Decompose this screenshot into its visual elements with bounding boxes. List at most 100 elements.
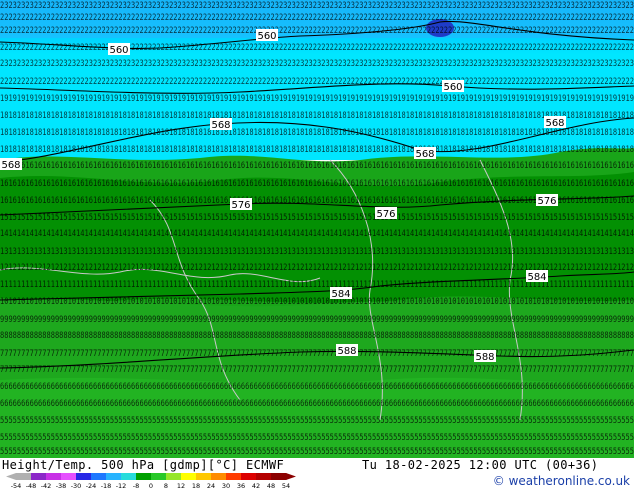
scale-swatch <box>121 473 137 480</box>
scale-swatch <box>211 473 227 480</box>
scale-tick-label: 0 <box>149 482 153 489</box>
svg-text:560: 560 <box>443 82 462 93</box>
scale-swatch <box>46 473 62 480</box>
scale-tick-label: -54 <box>11 482 22 489</box>
svg-text:576: 576 <box>231 200 250 211</box>
map-canvas: 2323232323232323232323232323232323232323… <box>0 0 634 458</box>
grid-value-row: 6666666666666666666666666666666666666666… <box>0 399 634 409</box>
scale-swatch <box>226 473 242 480</box>
scale-tick-label: 48 <box>267 482 275 489</box>
grid-value-row: 5555555555555555555555555555555555555555… <box>0 433 634 443</box>
scale-tick-label: -30 <box>71 482 82 489</box>
grid-value-row: 2222222222222222222222222222222222222222… <box>0 13 634 23</box>
svg-text:568: 568 <box>415 149 434 160</box>
contour-label: 568 <box>210 118 232 131</box>
grid-value-row: 1616161616161616161616161616161616161616… <box>0 161 634 171</box>
svg-text:568: 568 <box>1 160 20 171</box>
grid-value-row: 2222222222222222222222222222222222222222… <box>0 26 634 36</box>
scale-swatch <box>106 473 122 480</box>
scale-tick-label: -42 <box>41 482 52 489</box>
grid-value-row: 7777777777777777777777777777777777777777… <box>0 349 634 359</box>
contour-label: 560 <box>442 80 464 93</box>
scale-swatch <box>16 473 32 480</box>
scale-tick-label: -24 <box>86 482 97 489</box>
svg-text:568: 568 <box>545 118 564 129</box>
scale-tick-label: 18 <box>192 482 200 489</box>
svg-text:560: 560 <box>257 31 276 42</box>
chart-title: Height/Temp. 500 hPa [gdmp][°C] ECMWF <box>2 458 285 472</box>
contour-label: 560 <box>256 29 278 42</box>
grid-value-row: 1313131313131313131313131313131313131313… <box>0 247 634 257</box>
svg-text:568: 568 <box>211 120 230 131</box>
svg-text:584: 584 <box>527 272 546 283</box>
contour-label: 576 <box>536 194 558 207</box>
scale-swatch <box>166 473 182 480</box>
grid-value-row: 6666666666666666666666666666666666666666… <box>0 382 634 392</box>
scale-swatch <box>271 473 287 480</box>
scale-swatch <box>136 473 152 480</box>
svg-text:576: 576 <box>376 209 395 220</box>
scale-swatch <box>181 473 197 480</box>
weather-map: 2323232323232323232323232323232323232323… <box>0 0 634 458</box>
grid-value-row: 1818181818181818181818181818181818181818… <box>0 111 634 121</box>
scale-arrow-right <box>286 473 296 480</box>
grid-value-row: 1818181818181818181818181818181818181818… <box>0 145 634 155</box>
scale-tick-label: 30 <box>222 482 230 489</box>
contour-label: 568 <box>414 147 436 160</box>
scale-tick-label: -12 <box>116 482 127 489</box>
contour-label: 568 <box>0 158 22 171</box>
contour-label: 568 <box>544 116 566 129</box>
grid-value-row: 7777777777777777777777777777777777777777… <box>0 365 634 375</box>
scale-tick-label: -18 <box>101 482 112 489</box>
grid-value-row: 8888888888888888888888888888888888888888… <box>0 331 634 341</box>
grid-value-row: 9999999999999999999999999999999999999999… <box>0 315 634 325</box>
grid-value-row: 1010101010101010101010101010101010101010… <box>0 297 634 307</box>
scale-swatch <box>196 473 212 480</box>
scale-tick-label: -8 <box>133 482 139 489</box>
contour-label: 584 <box>526 270 548 283</box>
scale-swatch <box>31 473 47 480</box>
scale-tick-label: 54 <box>282 482 290 489</box>
scale-swatch <box>76 473 92 480</box>
svg-text:584: 584 <box>331 289 350 300</box>
copyright-link[interactable]: © weatheronline.co.uk <box>493 474 630 488</box>
scale-swatch <box>91 473 107 480</box>
color-scale-bar: -54 -48 -42 -38 -30 -24 -18 -12 -8 0 8 12 18 24 30 36 42… <box>6 473 296 489</box>
scale-swatch <box>61 473 77 480</box>
grid-value-row: 1515151515151515151515151515151515151515… <box>0 213 634 223</box>
scale-tick-label: 8 <box>164 482 168 489</box>
contour-label: 560 <box>108 43 130 56</box>
valid-time: Tu 18-02-2025 12:00 UTC (00+36) <box>362 458 599 472</box>
scale-tick-label: 36 <box>237 482 245 489</box>
svg-text:576: 576 <box>537 196 556 207</box>
contour-label: 584 <box>330 287 352 300</box>
grid-value-row: 5555555555555555555555555555555555555555… <box>0 416 634 426</box>
grid-value-row: 1616161616161616161616161616161616161616… <box>0 179 634 189</box>
grid-value-row: 1919191919191919191919191919191919191919… <box>0 94 634 104</box>
scale-tick-label: 12 <box>177 482 185 489</box>
contour-label: 588 <box>336 344 358 357</box>
scale-tick-label: -48 <box>26 482 37 489</box>
svg-text:560: 560 <box>109 45 128 56</box>
contour-label: 576 <box>375 207 397 220</box>
scale-swatch <box>256 473 272 480</box>
svg-text:588: 588 <box>337 346 356 357</box>
grid-value-row: 1818181818181818181818181818181818181818… <box>0 128 634 138</box>
grid-value-row: 2323232323232323232323232323232323232323… <box>0 59 634 69</box>
grid-value-row: 2222222222222222222222222222222222222222… <box>0 77 634 87</box>
scale-tick-label: 42 <box>252 482 260 489</box>
scale-tick-label: -38 <box>56 482 67 489</box>
svg-text:588: 588 <box>475 352 494 363</box>
scale-tick-label: 24 <box>207 482 215 489</box>
grid-value-row: 5555555555555555555555555555555555555555… <box>0 447 634 457</box>
grid-value-row: 2323232323232323232323232323232323232323… <box>0 1 634 11</box>
scale-swatch <box>241 473 257 480</box>
scale-arrow-left <box>6 473 16 480</box>
contour-label: 588 <box>474 350 496 363</box>
grid-value-row: 1414141414141414141414141414141414141414… <box>0 229 634 239</box>
map-footer: Height/Temp. 500 hPa [gdmp][°C] ECMWF Tu… <box>0 458 634 490</box>
contour-label: 576 <box>230 198 252 211</box>
color-scale: -54 -48 -42 -38 -30 -24 -18 -12 -8 0 8 12 18 24 30 36 42… <box>2 473 298 489</box>
scale-swatch <box>151 473 167 480</box>
grid-value-row: 2222222222222222222222222222222222222222… <box>0 43 634 53</box>
